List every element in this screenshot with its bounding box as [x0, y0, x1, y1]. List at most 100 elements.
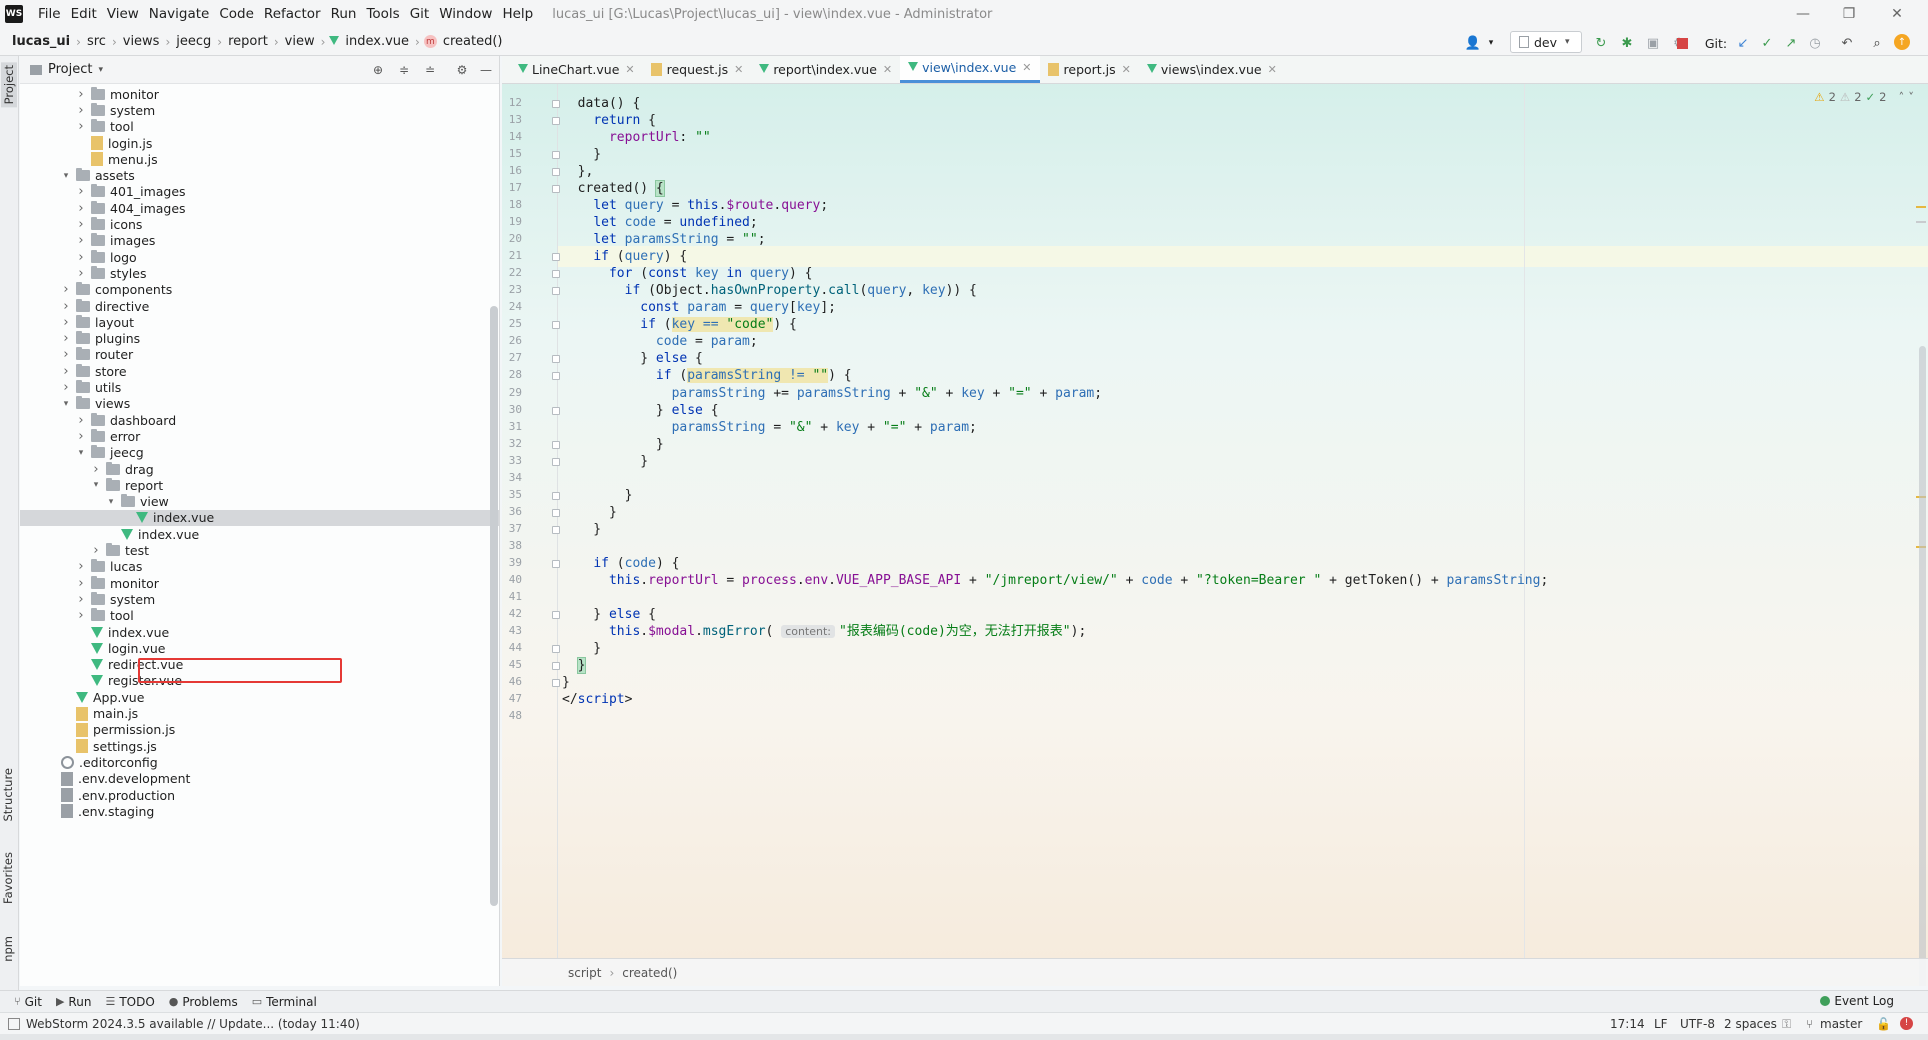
git-tool-button[interactable]: ⑂ Git — [14, 995, 42, 1009]
fold-marker-icon[interactable] — [552, 287, 560, 296]
tree-item[interactable]: › logo — [20, 249, 499, 265]
fold-marker-icon[interactable] — [552, 185, 560, 194]
structure-tool-button[interactable]: Structure — [1, 768, 15, 822]
search-icon[interactable]: ⌕ — [1868, 34, 1886, 52]
project-panel-title[interactable]: Project — [48, 62, 92, 77]
hide-icon[interactable]: — — [478, 62, 494, 78]
problems-tool-button[interactable]: ● Problems — [169, 995, 238, 1009]
git-commit-icon[interactable]: ✓ — [1758, 34, 1776, 52]
chevron-right-icon[interactable]: › — [75, 87, 87, 102]
debug-icon[interactable]: ✱ — [1618, 34, 1636, 52]
fold-marker-icon[interactable] — [552, 661, 560, 670]
menu-window[interactable]: Window — [434, 6, 497, 22]
tree-item[interactable]: › dashboard — [20, 412, 499, 428]
close-tab-icon[interactable]: ✕ — [1122, 63, 1131, 76]
tree-item[interactable]: › styles — [20, 265, 499, 281]
tree-item[interactable]: › images — [20, 233, 499, 249]
chevron-down-icon[interactable]: ▾ — [90, 480, 102, 490]
tree-item[interactable]: › test — [20, 542, 499, 558]
chevron-down-icon[interactable]: ▾ — [98, 65, 103, 75]
chevron-down-icon[interactable]: ▾ — [105, 497, 117, 507]
editor-tab[interactable]: report\index.vue ✕ — [751, 56, 900, 83]
terminal-tool-button[interactable]: ▭ Terminal — [252, 995, 317, 1009]
fold-marker-icon[interactable] — [552, 253, 560, 262]
status-square-icon[interactable] — [8, 1018, 20, 1030]
fold-marker-icon[interactable] — [552, 270, 560, 279]
status-message[interactable]: WebStorm 2024.3.5 available // Update...… — [26, 1017, 360, 1031]
code-line[interactable]: </script> — [562, 689, 632, 710]
rollback-icon[interactable]: ↶ — [1838, 34, 1856, 52]
code-line[interactable]: this.$modal.msgError( content: "报表编码(code… — [562, 621, 1086, 642]
chevron-up-icon[interactable]: ˄ — [1899, 90, 1905, 104]
close-icon[interactable]: ✕ — [1874, 0, 1920, 28]
tree-item[interactable]: redirect.vue — [20, 657, 499, 673]
chevron-right-icon[interactable]: › — [60, 299, 72, 314]
todo-tool-button[interactable]: ☰ TODO — [105, 995, 154, 1009]
caret-position[interactable]: 17:14 — [1610, 1017, 1645, 1031]
fold-marker-icon[interactable] — [552, 372, 560, 381]
crumb-jeecg[interactable]: jeecg — [174, 34, 213, 49]
chevron-right-icon[interactable]: › — [60, 364, 72, 379]
close-tab-icon[interactable]: ✕ — [1268, 63, 1277, 76]
favorites-tool-button[interactable]: Favorites — [1, 852, 15, 904]
chevron-right-icon[interactable]: › — [75, 592, 87, 607]
tree-item[interactable]: › tool — [20, 608, 499, 624]
tree-item[interactable]: permission.js — [20, 722, 499, 738]
chevron-right-icon[interactable]: › — [75, 250, 87, 265]
tree-item[interactable]: › icons — [20, 216, 499, 232]
menu-edit[interactable]: Edit — [66, 6, 102, 22]
tree-item[interactable]: .env.development — [20, 771, 499, 787]
maximize-icon[interactable]: ❐ — [1826, 0, 1872, 28]
chevron-right-icon[interactable]: › — [60, 315, 72, 330]
run-config-select[interactable]: dev ▾ — [1510, 31, 1582, 53]
tree-item[interactable]: › router — [20, 347, 499, 363]
close-tab-icon[interactable]: ✕ — [883, 63, 892, 76]
git-update-icon[interactable]: ↙ — [1734, 34, 1752, 52]
crumb-file[interactable]: index.vue — [343, 34, 411, 49]
fold-marker-icon[interactable] — [552, 559, 560, 568]
menu-run[interactable]: Run — [326, 6, 362, 22]
minimize-icon[interactable]: — — [1780, 0, 1826, 28]
chevron-right-icon[interactable]: › — [75, 184, 87, 199]
tree-item[interactable]: login.js — [20, 135, 499, 151]
fold-marker-icon[interactable] — [552, 117, 560, 126]
menu-help[interactable]: Help — [497, 6, 538, 22]
chevron-right-icon[interactable]: › — [75, 217, 87, 232]
tree-item[interactable]: ▾ view — [20, 494, 499, 510]
editor-tab[interactable]: report.js ✕ — [1040, 56, 1139, 83]
tree-item[interactable]: .editorconfig — [20, 754, 499, 770]
tree-item[interactable]: › components — [20, 282, 499, 298]
chevron-down-icon[interactable]: ▾ — [75, 448, 87, 458]
editor-tab[interactable]: LineChart.vue ✕ — [510, 56, 643, 83]
editor-tab[interactable]: views\index.vue ✕ — [1139, 56, 1285, 83]
menu-navigate[interactable]: Navigate — [144, 6, 215, 22]
fold-marker-icon[interactable] — [552, 355, 560, 364]
close-tab-icon[interactable]: ✕ — [625, 63, 634, 76]
fold-marker-icon[interactable] — [552, 508, 560, 517]
chevron-right-icon[interactable]: › — [60, 282, 72, 297]
tree-item[interactable]: main.js — [20, 705, 499, 721]
code-line[interactable]: } — [562, 519, 601, 540]
editor-scrollbar[interactable] — [1919, 346, 1926, 986]
gear-icon[interactable]: ⚙ — [454, 62, 470, 78]
crumb-views[interactable]: views — [121, 34, 162, 49]
fold-marker-icon[interactable] — [552, 440, 560, 449]
tree-item[interactable]: › 404_images — [20, 200, 499, 216]
menu-git[interactable]: Git — [405, 6, 435, 22]
chevron-right-icon[interactable]: › — [60, 347, 72, 362]
editor-tab[interactable]: view\index.vue ✕ — [900, 56, 1040, 83]
tree-item[interactable]: ▾ report — [20, 477, 499, 493]
tree-item[interactable]: .env.production — [20, 787, 499, 803]
chevron-down-icon[interactable]: ▾ — [60, 171, 72, 181]
tree-item[interactable]: settings.js — [20, 738, 499, 754]
tree-item[interactable]: index.vue — [20, 509, 499, 527]
tree-item[interactable]: .env.staging — [20, 803, 499, 819]
chevron-right-icon[interactable]: › — [75, 103, 87, 118]
chevron-right-icon[interactable]: › — [75, 576, 87, 591]
tree-item[interactable]: ▾ jeecg — [20, 445, 499, 461]
chevron-right-icon[interactable]: › — [75, 413, 87, 428]
tree-item[interactable]: › monitor — [20, 86, 499, 102]
fold-marker-icon[interactable] — [552, 525, 560, 534]
crumb-method[interactable]: created() — [441, 34, 505, 49]
chevron-right-icon[interactable]: › — [75, 559, 87, 574]
